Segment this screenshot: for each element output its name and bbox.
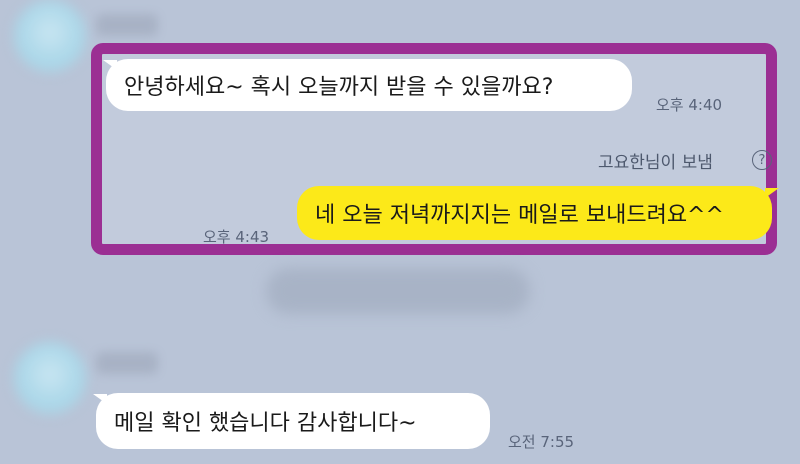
message-timestamp: 오전 7:55 (508, 433, 575, 451)
message-text: 안녕하세요~ 혹시 오늘까지 받을 수 있을까요? (124, 75, 554, 100)
sender-name-blurred (96, 14, 158, 36)
avatar[interactable] (14, 342, 86, 414)
message-timestamp: 오후 4:40 (656, 96, 723, 114)
avatar[interactable] (14, 0, 86, 72)
date-divider-blurred (266, 268, 530, 314)
message-bubble-incoming[interactable]: 안녕하세요~ 혹시 오늘까지 받을 수 있을까요? (106, 59, 632, 111)
bubble-tail (765, 188, 779, 198)
message-bubble-incoming[interactable]: 메일 확인 했습니다 감사합니다~ (96, 393, 490, 449)
message-text: 메일 확인 했습니다 감사합니다~ (114, 411, 417, 436)
message-bubble-outgoing[interactable]: 네 오늘 저녁까지지는 메일로 보내드려요^^ (297, 186, 772, 240)
message-text: 네 오늘 저녁까지지는 메일로 보내드려요^^ (315, 203, 724, 228)
sender-name-blurred (96, 352, 158, 374)
sent-by-label: 고요한님이 보냄 (598, 153, 713, 173)
message-timestamp: 오후 4:43 (203, 228, 270, 246)
help-icon[interactable]: ? (752, 150, 772, 170)
